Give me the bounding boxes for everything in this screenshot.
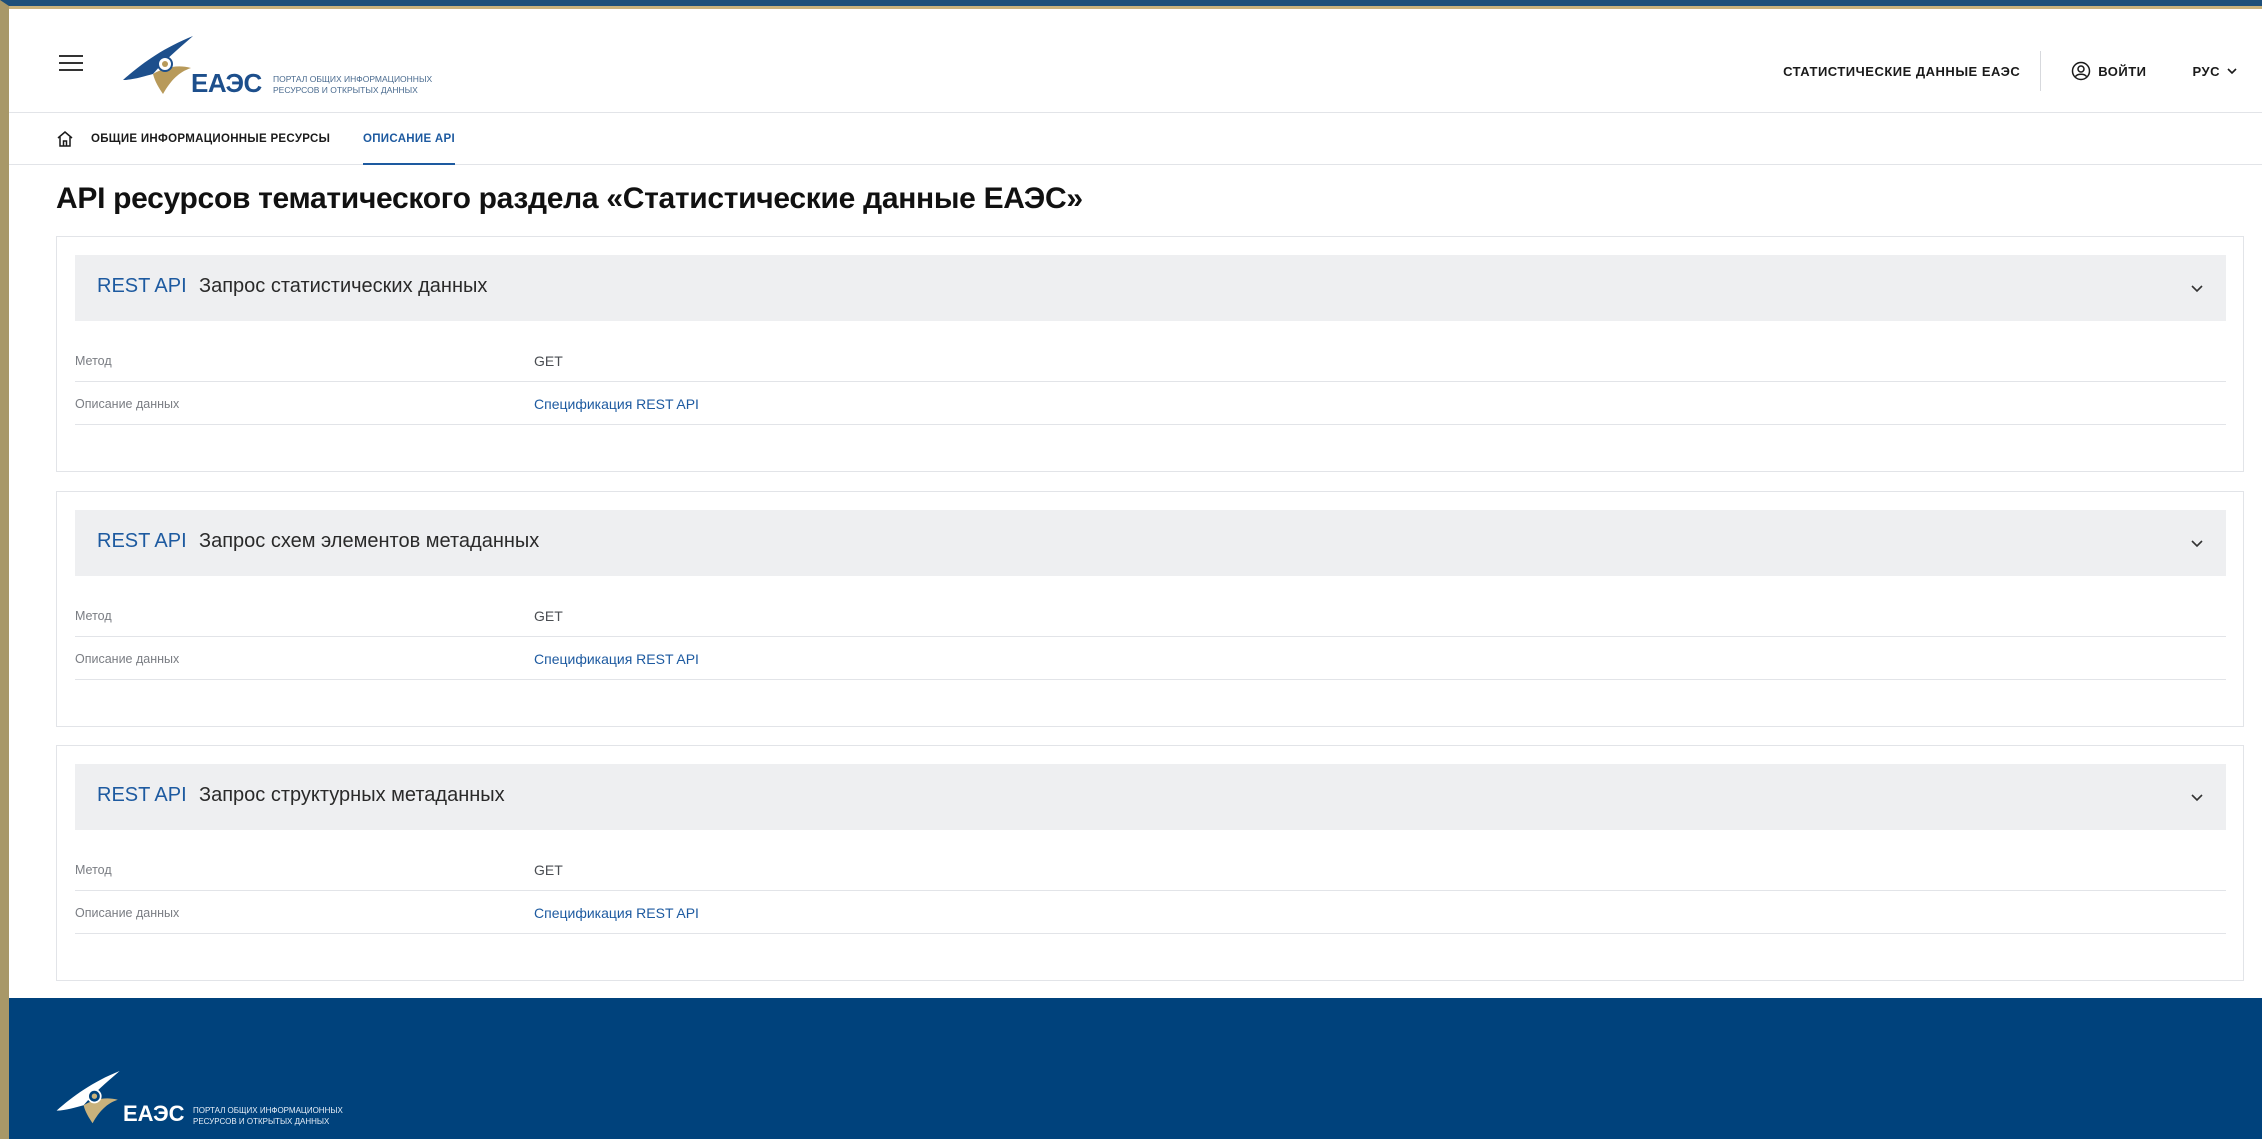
api-card: REST API Запрос структурных метаданных М… — [56, 745, 2244, 981]
api-card-header[interactable]: REST API Запрос статистических данных — [75, 255, 2226, 321]
spec-link[interactable]: Спецификация REST API — [534, 651, 699, 667]
api-description-row: Описание данных Спецификация REST API — [75, 637, 2226, 680]
method-label: Метод — [75, 354, 112, 368]
footer-brand: ЕАЭС — [123, 1101, 185, 1126]
chevron-down-icon — [2227, 68, 2237, 75]
api-method-row: Метод GET — [75, 848, 2226, 891]
breadcrumb: ОБЩИЕ ИНФОРМАЦИОННЫЕ РЕСУРСЫ ОПИСАНИЕ AP… — [9, 113, 2262, 165]
api-description-row: Описание данных Спецификация REST API — [75, 382, 2226, 425]
api-type-tag: REST API — [97, 784, 187, 806]
description-label: Описание данных — [75, 652, 180, 666]
breadcrumb-api-description[interactable]: ОПИСАНИЕ API — [363, 113, 456, 165]
site-footer: ЕАЭС ПОРТАЛ ОБЩИХ ИНФОРМАЦИОННЫХ РЕСУРСО… — [9, 998, 2262, 1139]
spec-link[interactable]: Спецификация REST API — [534, 396, 699, 412]
description-label: Описание данных — [75, 906, 180, 920]
login-label: ВОЙТИ — [2098, 63, 2147, 79]
page-title: API ресурсов тематического раздела «Стат… — [56, 182, 1083, 215]
api-card: REST API Запрос схем элементов метаданны… — [56, 491, 2244, 727]
hamburger-icon[interactable] — [59, 55, 83, 73]
language-selector[interactable]: РУС — [2193, 64, 2238, 79]
stats-data-link[interactable]: СТАТИСТИЧЕСКИЕ ДАННЫЕ ЕАЭС — [1783, 64, 2020, 79]
home-icon[interactable] — [55, 129, 75, 149]
method-value: GET — [534, 862, 563, 878]
logo-subtitle: ПОРТАЛ ОБЩИХ ИНФОРМАЦИОННЫХ РЕСУРСОВ И О… — [273, 74, 443, 96]
method-label: Метод — [75, 609, 112, 623]
breadcrumb-common-resources[interactable]: ОБЩИЕ ИНФОРМАЦИОННЫЕ РЕСУРСЫ — [91, 113, 330, 165]
chevron-down-icon[interactable] — [2188, 788, 2206, 806]
chevron-down-icon[interactable] — [2188, 279, 2206, 297]
header-actions: СТАТИСТИЧЕСКИЕ ДАННЫЕ ЕАЭС ВОЙТИ РУС — [1783, 51, 2238, 91]
header-divider — [2040, 51, 2042, 91]
api-card-title: Запрос схем элементов метаданных — [199, 530, 540, 552]
api-card-title: Запрос статистических данных — [199, 275, 488, 297]
chevron-down-icon[interactable] — [2188, 534, 2206, 552]
api-type-tag: REST API — [97, 530, 187, 552]
logo-subtitle-line2: РЕСУРСОВ И ОТКРЫТЫХ ДАННЫХ — [273, 85, 418, 95]
api-card-header[interactable]: REST API Запрос структурных метаданных — [75, 764, 2226, 830]
api-type-tag: REST API — [97, 275, 187, 297]
logo-brand: ЕАЭС — [191, 68, 262, 98]
method-label: Метод — [75, 863, 112, 877]
api-description-row: Описание данных Спецификация REST API — [75, 891, 2226, 934]
site-logo[interactable]: ЕАЭС ПОРТАЛ ОБЩИХ ИНФОРМАЦИОННЫХ РЕСУРСО… — [119, 34, 439, 104]
site-header: ЕАЭС ПОРТАЛ ОБЩИХ ИНФОРМАЦИОННЫХ РЕСУРСО… — [9, 9, 2262, 113]
logo-subtitle-line1: ПОРТАЛ ОБЩИХ ИНФОРМАЦИОННЫХ — [273, 74, 433, 84]
api-card: REST API Запрос статистических данных Ме… — [56, 236, 2244, 472]
method-value: GET — [534, 353, 563, 369]
api-method-row: Метод GET — [75, 594, 2226, 637]
api-method-row: Метод GET — [75, 339, 2226, 382]
api-card-header[interactable]: REST API Запрос схем элементов метаданны… — [75, 510, 2226, 576]
user-circle-icon — [2071, 61, 2091, 81]
footer-logo[interactable]: ЕАЭС ПОРТАЛ ОБЩИХ ИНФОРМАЦИОННЫХ РЕСУРСО… — [53, 1068, 353, 1138]
footer-subtitle: ПОРТАЛ ОБЩИХ ИНФОРМАЦИОННЫХ РЕСУРСОВ И О… — [193, 1105, 353, 1127]
language-label: РУС — [2192, 63, 2220, 79]
footer-subtitle-line1: ПОРТАЛ ОБЩИХ ИНФОРМАЦИОННЫХ — [193, 1106, 343, 1115]
method-value: GET — [534, 608, 563, 624]
api-card-title: Запрос структурных метаданных — [199, 784, 505, 806]
spec-link[interactable]: Спецификация REST API — [534, 905, 699, 921]
footer-subtitle-line2: РЕСУРСОВ И ОТКРЫТЫХ ДАННЫХ — [193, 1117, 330, 1126]
description-label: Описание данных — [75, 397, 180, 411]
login-button[interactable]: ВОЙТИ — [2071, 61, 2146, 81]
